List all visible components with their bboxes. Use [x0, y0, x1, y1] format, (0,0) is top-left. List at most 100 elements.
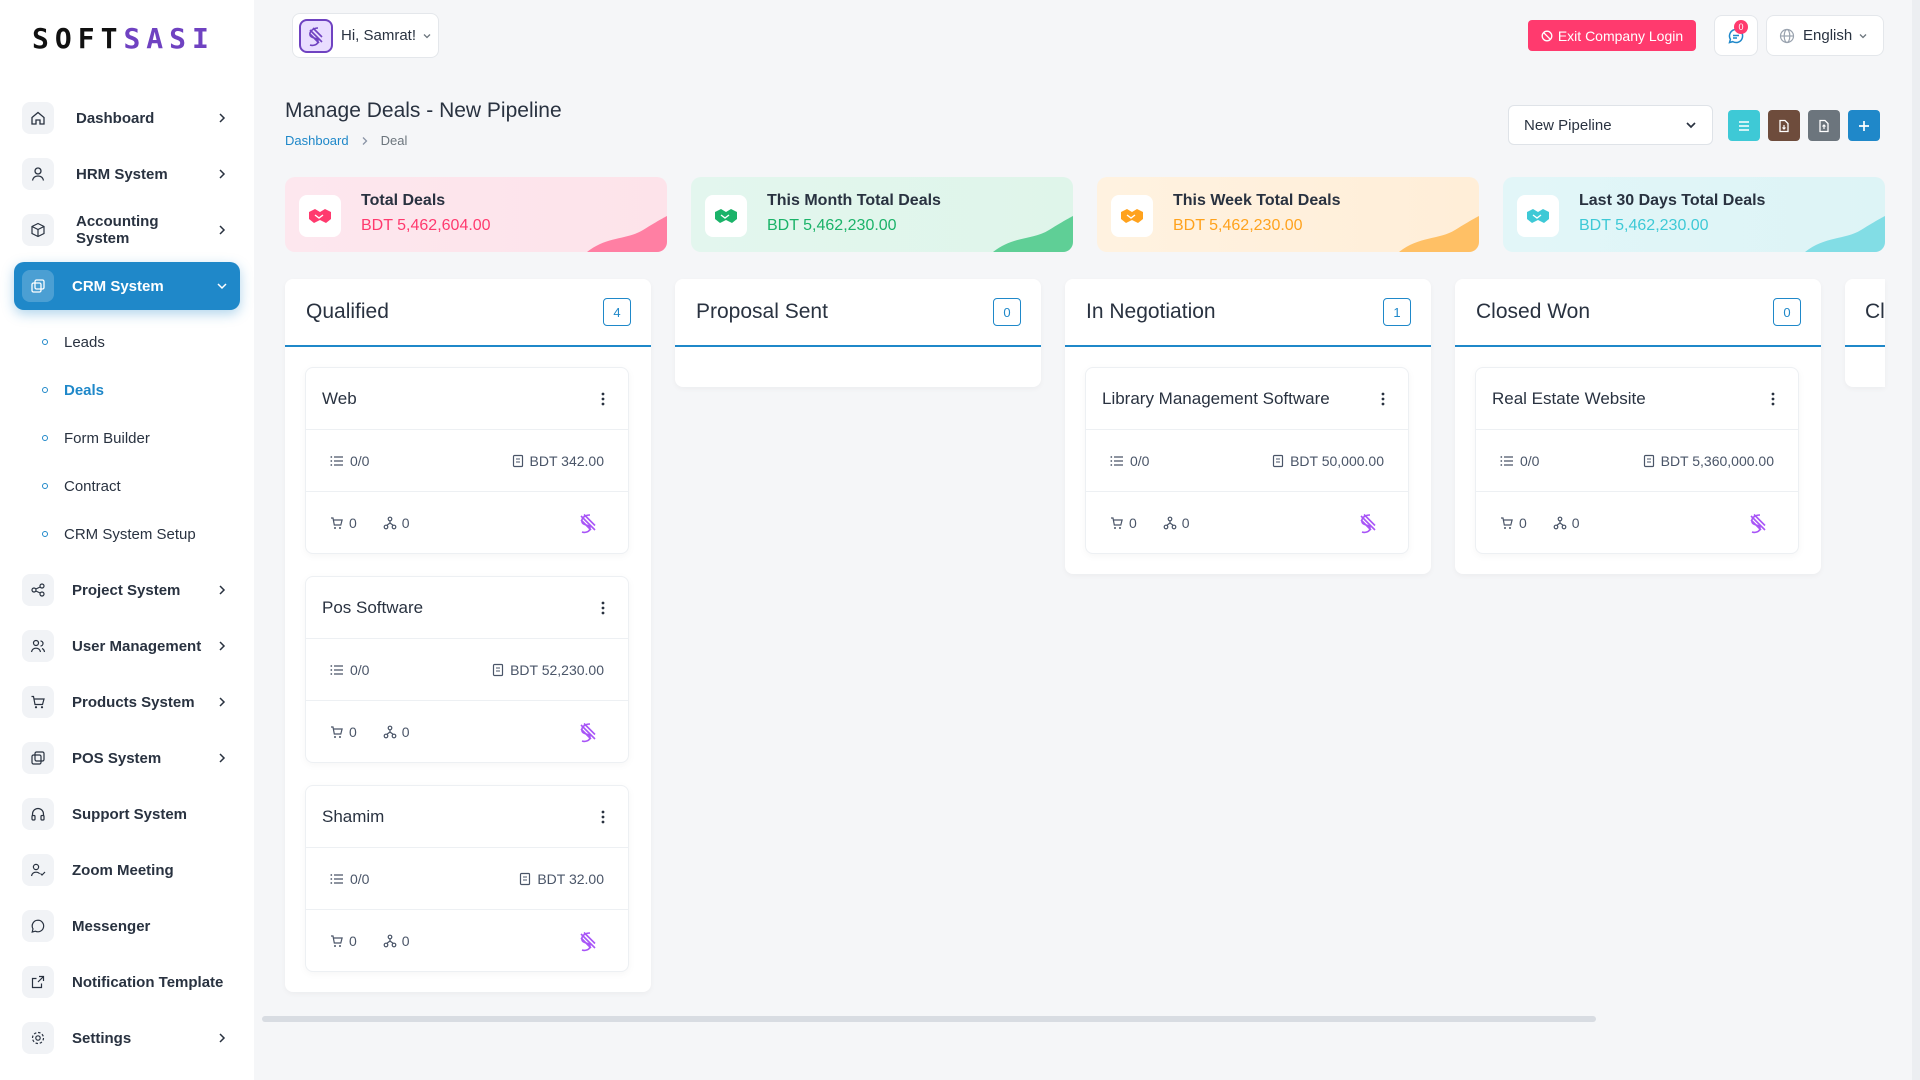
user-menu-button[interactable]: Hi, Samrat!: [292, 13, 439, 58]
deal-tasks: 0/0: [330, 453, 369, 469]
deal-card[interactable]: Shamim 0/0 BDT 32.00 0 0: [305, 785, 629, 972]
deal-card[interactable]: Real Estate Website 0/0 BDT 5,360,000.00…: [1475, 367, 1799, 554]
breadcrumb: Dashboard Deal: [285, 133, 407, 148]
more-vertical-icon[interactable]: [1374, 390, 1392, 408]
sidebar-item-products[interactable]: Products System: [14, 678, 240, 726]
bullet-icon: [42, 435, 48, 441]
deal-tasks-value: 0/0: [350, 452, 370, 469]
page-title: Manage Deals - New Pipeline: [285, 99, 562, 122]
deal-card[interactable]: Pos Software 0/0 BDT 52,230.00 0 0: [305, 576, 629, 763]
deal-sources-value: 0: [1181, 514, 1190, 531]
sidebar-item-settings[interactable]: Settings: [14, 1014, 240, 1062]
breadcrumb-dashboard-link[interactable]: Dashboard: [285, 133, 349, 148]
deal-name[interactable]: Web: [322, 389, 357, 409]
deal-products-value: 0: [349, 723, 357, 740]
softsasi-logo[interactable]: SOFT SASI: [32, 21, 215, 55]
submenu-item-form-builder[interactable]: Form Builder: [42, 414, 240, 462]
ban-icon: [1541, 30, 1553, 41]
bullet-icon: [42, 387, 48, 393]
sidebar-item-accounting[interactable]: Accounting System: [14, 206, 240, 254]
receipt-icon: [492, 663, 504, 676]
sidebar-item-dashboard[interactable]: Dashboard: [14, 94, 240, 142]
assignee-avatar-icon[interactable]: [577, 930, 604, 952]
add-deal-button[interactable]: [1848, 110, 1880, 141]
sidebar-item-user-management[interactable]: User Management: [14, 622, 240, 670]
home-icon: [22, 102, 54, 134]
exit-company-login-button[interactable]: Exit Company Login: [1528, 20, 1696, 51]
more-vertical-icon[interactable]: [594, 390, 612, 408]
deal-tasks-value: 0/0: [1520, 452, 1540, 469]
deal-amount: BDT 342.00: [512, 453, 604, 469]
shopping-cart-icon: [331, 725, 343, 738]
sidebar-item-zoom[interactable]: Zoom Meeting: [14, 846, 240, 894]
logo-text-sasi: SASI: [123, 21, 215, 55]
chevron-right-icon: [219, 697, 226, 707]
share-icon: [22, 574, 54, 606]
submenu-item-deals[interactable]: Deals: [42, 366, 240, 414]
bullet-icon: [42, 339, 48, 345]
chevron-right-icon: [362, 136, 368, 145]
sitemap-icon: [1553, 516, 1567, 529]
submenu-label: Deals: [64, 381, 105, 399]
deal-name[interactable]: Shamim: [322, 807, 384, 827]
chevron-down-icon: [217, 283, 227, 290]
deal-card-summary: 0/0 BDT 5,360,000.00: [1476, 430, 1798, 492]
chevron-right-icon: [219, 225, 226, 235]
pipeline-select[interactable]: New Pipeline: [1508, 105, 1713, 145]
chevron-right-icon: [219, 113, 226, 123]
deal-tasks-value: 0/0: [1130, 452, 1150, 469]
deal-sources: 0: [383, 724, 410, 740]
deal-name[interactable]: Pos Software: [322, 598, 423, 618]
sidebar-item-notification-template[interactable]: Notification Template: [14, 958, 240, 1006]
stat-value: BDT 5,462,230.00: [1579, 217, 1709, 234]
more-vertical-icon[interactable]: [594, 808, 612, 826]
submenu-item-crm-setup[interactable]: CRM System Setup: [42, 510, 240, 558]
handshake-icon: [299, 195, 341, 237]
deal-card[interactable]: Web 0/0 BDT 342.00 0 0: [305, 367, 629, 554]
export-button[interactable]: [1808, 110, 1840, 141]
chevron-down-icon: [423, 33, 431, 38]
horizontal-scrollbar[interactable]: [262, 1016, 1596, 1022]
vertical-scrollbar[interactable]: [1912, 0, 1920, 1080]
sidebar-item-hrm[interactable]: HRM System: [14, 150, 240, 198]
sidebar-item-label: Zoom Meeting: [72, 861, 174, 879]
column-title: Cl: [1865, 300, 1885, 323]
import-button[interactable]: [1768, 110, 1800, 141]
headphones-icon: [22, 798, 54, 830]
notifications-button[interactable]: 0: [1714, 15, 1758, 56]
assignee-avatar-icon[interactable]: [1357, 512, 1384, 534]
deal-card-summary: 0/0 BDT 32.00: [306, 848, 628, 910]
deal-card[interactable]: Library Management Software 0/0 BDT 50,0…: [1085, 367, 1409, 554]
language-selector[interactable]: English: [1766, 15, 1884, 56]
assignee-avatar-icon[interactable]: [577, 512, 604, 534]
more-vertical-icon[interactable]: [594, 599, 612, 617]
receipt-icon: [1272, 454, 1284, 467]
handshake-icon: [705, 195, 747, 237]
submenu-label: Leads: [64, 333, 105, 351]
column-body: [675, 347, 1041, 387]
assignee-avatar-icon[interactable]: [577, 721, 604, 743]
chevron-right-icon: [219, 753, 226, 763]
sidebar-item-messenger[interactable]: Messenger: [14, 902, 240, 950]
kanban-column-closed-won: Closed Won 0 Real Estate Website 0/0 BDT…: [1455, 279, 1821, 574]
column-count-badge: 0: [993, 298, 1021, 326]
deal-amount-value: BDT 342.00: [529, 452, 604, 469]
submenu-item-contract[interactable]: Contract: [42, 462, 240, 510]
sidebar-item-project[interactable]: Project System: [14, 566, 240, 614]
deal-amount-value: BDT 5,360,000.00: [1660, 452, 1774, 469]
list-view-button[interactable]: [1728, 110, 1760, 141]
assignee-avatar-icon[interactable]: [1747, 512, 1774, 534]
sitemap-icon: [383, 725, 397, 738]
sidebar-item-pos[interactable]: POS System: [14, 734, 240, 782]
deal-name[interactable]: Library Management Software: [1102, 389, 1330, 409]
submenu-item-leads[interactable]: Leads: [42, 318, 240, 366]
sitemap-icon: [383, 516, 397, 529]
more-vertical-icon[interactable]: [1764, 390, 1782, 408]
deal-sources: 0: [383, 933, 410, 949]
deal-tasks-value: 0/0: [350, 870, 370, 887]
sidebar-item-crm[interactable]: CRM System: [14, 262, 240, 310]
sidebar-item-support[interactable]: Support System: [14, 790, 240, 838]
deal-card-footer: 0 0: [1086, 492, 1408, 553]
deal-tasks: 0/0: [330, 871, 369, 887]
deal-name[interactable]: Real Estate Website: [1492, 389, 1646, 409]
